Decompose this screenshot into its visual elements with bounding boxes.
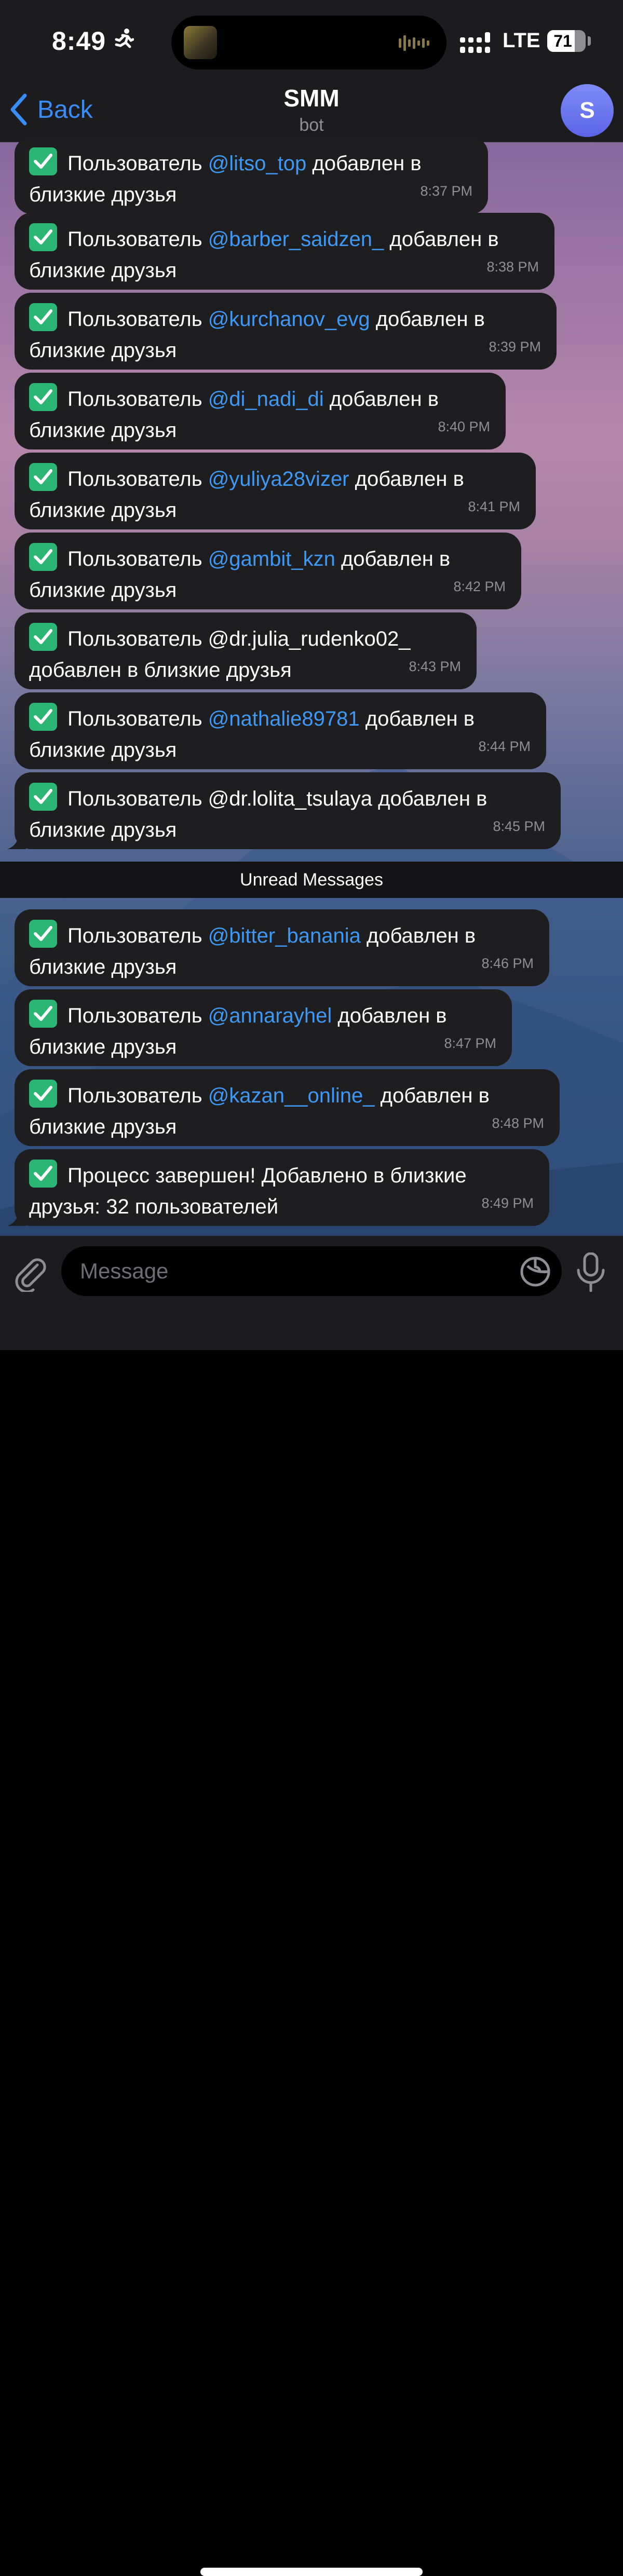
chat-title[interactable]: SMM — [0, 84, 623, 112]
message-bubble[interactable]: Пользователь @annarayhel добавлен в близ… — [15, 989, 512, 1066]
message-bubble[interactable]: Процесс завершен! Добавлено в близкие др… — [15, 1149, 549, 1226]
message-timestamp: 8:38 PM — [486, 259, 539, 275]
message-text: Пользователь — [67, 388, 208, 411]
check-mark-icon — [29, 1000, 57, 1028]
unread-messages-divider: Unread Messages — [0, 862, 623, 898]
username-mention-link[interactable]: @kurchanov_evg — [208, 308, 370, 331]
bubble-tail — [7, 1207, 26, 1226]
check-mark-icon — [29, 623, 57, 651]
message-text: Пользователь — [67, 1084, 208, 1107]
message-bubble[interactable]: Пользователь @litso_top добавлен в близк… — [15, 137, 488, 214]
message-timestamp: 8:48 PM — [492, 1115, 544, 1131]
chat-avatar[interactable]: S — [561, 84, 614, 137]
waveform-icon — [399, 35, 429, 51]
paperclip-icon[interactable] — [13, 1256, 48, 1292]
message-text: Пользователь — [67, 548, 208, 570]
message-bubble[interactable]: Пользователь @bitter_banania добавлен в … — [15, 909, 549, 986]
check-mark-icon — [29, 1160, 57, 1188]
battery-percent: 71 — [553, 32, 572, 50]
network-type: LTE — [503, 29, 540, 52]
username-mention-link[interactable]: @di_nadi_di — [208, 388, 324, 411]
check-mark-icon — [29, 783, 57, 811]
message-bubble[interactable]: Пользователь @barber_saidzen_ добавлен в… — [15, 213, 554, 290]
message-text: Пользователь — [67, 468, 208, 490]
sticker-icon[interactable] — [519, 1256, 551, 1288]
message-bubble[interactable]: Пользователь @di_nadi_di добавлен в близ… — [15, 373, 506, 449]
check-mark-icon — [29, 223, 57, 251]
username-mention-link[interactable]: @annarayhel — [208, 1004, 332, 1027]
message-text: Пользователь @dr.julia_rudenko02_ добавл… — [29, 628, 411, 682]
username-mention-link[interactable]: @bitter_banania — [208, 924, 361, 947]
home-indicator[interactable] — [200, 2568, 423, 2576]
check-mark-icon — [29, 147, 57, 175]
message-text: Пользователь — [67, 924, 208, 947]
username-mention-link[interactable]: @kazan__online_ — [208, 1084, 375, 1107]
message-timestamp: 8:40 PM — [438, 419, 490, 434]
username-mention-link[interactable]: @barber_saidzen_ — [208, 228, 384, 251]
running-person-icon — [115, 29, 134, 48]
message-text: Процесс завершен! Добавлено в близкие др… — [29, 1164, 467, 1218]
message-composer — [0, 1236, 623, 2576]
check-mark-icon — [29, 920, 57, 948]
message-bubble[interactable]: Пользователь @yuliya28vizer добавлен в б… — [15, 453, 536, 529]
username-mention-link[interactable]: @yuliya28vizer — [208, 468, 349, 490]
message-bubble[interactable]: Пользователь @kazan__online_ добавлен в … — [15, 1069, 560, 1146]
message-timestamp: 8:42 PM — [453, 579, 506, 594]
status-time: 8:49 — [52, 26, 106, 56]
message-timestamp: 8:44 PM — [478, 739, 531, 754]
message-timestamp: 8:37 PM — [420, 183, 472, 199]
username-mention-link[interactable]: @nathalie89781 — [208, 707, 360, 730]
message-timestamp: 8:43 PM — [409, 659, 461, 674]
check-mark-icon — [29, 463, 57, 491]
message-bubble[interactable]: Пользователь @dr.julia_rudenko02_ добавл… — [15, 612, 477, 689]
bubble-tail — [7, 830, 26, 849]
message-text: Пользователь @dr.lolita_tsulaya добавлен… — [29, 787, 487, 841]
message-timestamp: 8:47 PM — [444, 1035, 496, 1051]
battery-icon: 71 — [547, 30, 586, 52]
message-bubble[interactable]: Пользователь @dr.lolita_tsulaya добавлен… — [15, 772, 561, 849]
check-mark-icon — [29, 303, 57, 331]
check-mark-icon — [29, 383, 57, 411]
message-text: Пользователь — [67, 308, 208, 331]
check-mark-icon — [29, 703, 57, 731]
message-bubble[interactable]: Пользователь @gambit_kzn добавлен в близ… — [15, 533, 521, 609]
message-text: Пользователь — [67, 152, 208, 175]
dynamic-island[interactable] — [171, 16, 446, 70]
chat-subtitle: bot — [299, 115, 324, 135]
navigation-header: 8:49 LTE 71 Back SMM bot S — [0, 0, 623, 142]
message-timestamp: 8:45 PM — [493, 819, 545, 834]
cellular-signal-icon — [460, 32, 490, 53]
message-text: Пользователь — [67, 228, 208, 251]
now-playing-artwork — [184, 26, 217, 59]
message-timestamp: 8:46 PM — [481, 956, 534, 971]
username-mention-link[interactable]: @litso_top — [208, 152, 307, 175]
battery-tip — [588, 36, 591, 46]
message-timestamp: 8:39 PM — [489, 339, 541, 355]
check-mark-icon — [29, 543, 57, 571]
message-timestamp: 8:49 PM — [481, 1195, 534, 1211]
microphone-icon[interactable] — [576, 1252, 605, 1292]
message-text: Пользователь — [67, 707, 208, 730]
message-bubble[interactable]: Пользователь @nathalie89781 добавлен в б… — [15, 692, 546, 769]
message-bubble[interactable]: Пользователь @kurchanov_evg добавлен в б… — [15, 293, 557, 370]
message-text: Пользователь — [67, 1004, 208, 1027]
username-mention-link[interactable]: @gambit_kzn — [208, 548, 335, 570]
message-timestamp: 8:41 PM — [468, 499, 520, 514]
message-input[interactable] — [61, 1246, 562, 1296]
check-mark-icon — [29, 1080, 57, 1108]
